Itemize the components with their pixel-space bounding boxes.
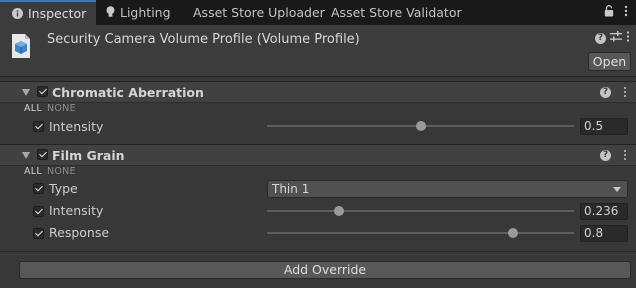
- component-header-chromatic-aberration[interactable]: Chromatic Aberration ?: [0, 81, 636, 103]
- type-dropdown-value: Thin 1: [272, 182, 310, 196]
- tab-asset-store-validator-label: Asset Store Validator: [331, 5, 462, 20]
- foldout-arrow-icon[interactable]: [22, 152, 30, 159]
- override-checkbox-response[interactable]: [33, 228, 44, 239]
- property-label-intensity: Intensity: [49, 119, 104, 134]
- tab-inspector[interactable]: Inspector: [0, 0, 96, 25]
- slider-thumb[interactable]: [334, 206, 345, 216]
- info-icon: [12, 3, 23, 26]
- tab-asset-store-uploader-label: Asset Store Uploader: [193, 5, 325, 20]
- override-toggles: ALL NONE: [24, 103, 76, 114]
- none-button[interactable]: NONE: [47, 166, 76, 177]
- help-icon[interactable]: ?: [600, 150, 611, 161]
- tab-asset-store-validator[interactable]: Asset Store Validator: [331, 0, 462, 25]
- help-icon[interactable]: ?: [600, 87, 611, 98]
- inspector-header: Security Camera Volume Profile (Volume P…: [0, 25, 636, 77]
- more-options-icon[interactable]: [620, 84, 630, 100]
- property-label-type: Type: [49, 181, 78, 196]
- override-toggles: ALL NONE: [24, 166, 76, 177]
- tab-asset-store-uploader[interactable]: Asset Store Uploader: [193, 0, 325, 25]
- override-checkbox-type[interactable]: [33, 183, 44, 194]
- all-button[interactable]: ALL: [24, 103, 42, 114]
- add-override-button[interactable]: Add Override: [19, 261, 631, 279]
- none-button[interactable]: NONE: [47, 103, 76, 114]
- volume-profile-icon: [11, 33, 31, 59]
- component-enabled-checkbox[interactable]: [37, 149, 48, 160]
- tab-bar: Inspector Lighting Asset Store Uploader …: [0, 0, 636, 25]
- help-icon[interactable]: ?: [595, 32, 606, 44]
- divider: [0, 251, 636, 252]
- override-checkbox-intensity[interactable]: [33, 121, 44, 132]
- header-controls: ?: [595, 31, 630, 45]
- preset-icon[interactable]: [610, 31, 622, 45]
- component-header-film-grain[interactable]: Film Grain ?: [0, 144, 636, 166]
- tab-lighting-label: Lighting: [120, 5, 171, 20]
- more-options-icon[interactable]: [620, 147, 630, 163]
- all-button[interactable]: ALL: [24, 166, 42, 177]
- value-field-intensity[interactable]: 0.236: [580, 203, 628, 220]
- component-enabled-checkbox[interactable]: [37, 86, 48, 97]
- more-options-icon[interactable]: [624, 5, 628, 20]
- more-options-icon[interactable]: [626, 31, 630, 45]
- tab-bar-controls: [604, 0, 628, 25]
- component-title: Chromatic Aberration: [52, 85, 204, 100]
- chevron-down-icon: [613, 187, 621, 192]
- property-label-response: Response: [49, 225, 110, 240]
- override-checkbox-intensity[interactable]: [33, 206, 44, 217]
- lightbulb-icon: [106, 1, 115, 26]
- lock-icon[interactable]: [604, 5, 614, 20]
- value-field-intensity[interactable]: 0.5: [580, 118, 628, 135]
- component-title: Film Grain: [52, 148, 125, 163]
- slider-track-intensity[interactable]: [267, 210, 574, 212]
- page-title: Security Camera Volume Profile (Volume P…: [47, 32, 360, 47]
- tab-lighting[interactable]: Lighting: [106, 0, 171, 25]
- slider-thumb[interactable]: [415, 121, 426, 131]
- slider-track-response[interactable]: [267, 232, 574, 234]
- slider-thumb[interactable]: [507, 228, 518, 238]
- foldout-arrow-icon[interactable]: [22, 89, 30, 96]
- tab-inspector-label: Inspector: [28, 6, 87, 21]
- value-field-response[interactable]: 0.8: [580, 225, 628, 242]
- type-dropdown[interactable]: Thin 1: [267, 180, 628, 198]
- property-label-intensity: Intensity: [49, 203, 104, 218]
- open-button[interactable]: Open: [588, 52, 631, 71]
